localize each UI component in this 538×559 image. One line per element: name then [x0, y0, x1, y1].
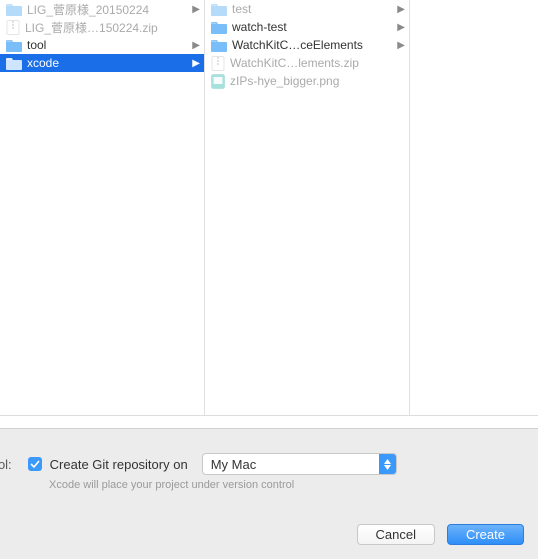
chevron-right-icon: ▶ — [397, 4, 405, 15]
list-item[interactable]: WatchKitC…ceElements ▶ — [205, 36, 409, 54]
chevron-right-icon: ▶ — [192, 58, 200, 69]
folder-icon — [6, 57, 22, 70]
zip-file-icon — [211, 56, 225, 71]
location-dropdown[interactable]: My Mac — [202, 453, 397, 475]
list-item[interactable]: xcode ▶ — [0, 54, 204, 72]
column-1: LIG_菅原様_20150224 ▶ LIG_菅原様…150224.zip too… — [0, 0, 205, 415]
item-label: zIPs-hye_bigger.png — [230, 74, 405, 88]
list-item[interactable]: zIPs-hye_bigger.png — [205, 72, 409, 90]
item-label: tool — [27, 38, 187, 52]
chevron-right-icon: ▶ — [397, 22, 405, 33]
help-text: Xcode will place your project under vers… — [49, 479, 538, 491]
list-item[interactable]: LIG_菅原様…150224.zip — [0, 18, 204, 36]
list-item[interactable]: WatchKitC…lements.zip — [205, 54, 409, 72]
create-button[interactable]: Create — [447, 524, 524, 545]
item-label: WatchKitC…ceElements — [232, 38, 392, 52]
item-label: xcode — [27, 56, 187, 70]
chevron-right-icon: ▶ — [192, 40, 200, 51]
file-browser-columns: LIG_菅原様_20150224 ▶ LIG_菅原様…150224.zip too… — [0, 0, 538, 416]
source-control-row: trol: Create Git repository on My Mac — [0, 429, 538, 475]
chevron-right-icon: ▶ — [192, 4, 200, 15]
folder-icon — [211, 3, 227, 16]
dropdown-value: My Mac — [211, 457, 257, 472]
cancel-button[interactable]: Cancel — [357, 524, 435, 545]
item-label: LIG_菅原様…150224.zip — [25, 19, 200, 36]
chevron-right-icon: ▶ — [397, 40, 405, 51]
item-label: watch-test — [232, 20, 392, 34]
column-3 — [410, 0, 538, 415]
list-item[interactable]: watch-test ▶ — [205, 18, 409, 36]
item-label: test — [232, 2, 392, 16]
folder-icon — [6, 3, 22, 16]
section-label-partial: trol: — [0, 457, 14, 472]
folder-icon — [211, 21, 227, 34]
image-file-icon — [211, 74, 225, 89]
list-item[interactable]: test ▶ — [205, 0, 409, 18]
folder-icon — [211, 39, 227, 52]
zip-file-icon — [6, 20, 20, 35]
dialog-buttons: Cancel Create — [357, 524, 525, 545]
item-label: LIG_菅原様_20150224 — [27, 1, 187, 18]
folder-icon — [6, 39, 22, 52]
git-checkbox-label: Create Git repository on — [50, 457, 188, 472]
list-item[interactable]: tool ▶ — [0, 36, 204, 54]
git-checkbox[interactable] — [28, 457, 42, 471]
dropdown-arrows-icon — [379, 454, 396, 474]
list-item[interactable]: LIG_菅原様_20150224 ▶ — [0, 0, 204, 18]
bottom-panel: trol: Create Git repository on My Mac Xc… — [0, 428, 538, 559]
item-label: WatchKitC…lements.zip — [230, 56, 405, 70]
column-2: test▶ watch-test▶ WatchKitC…ceElements▶ … — [205, 0, 410, 415]
